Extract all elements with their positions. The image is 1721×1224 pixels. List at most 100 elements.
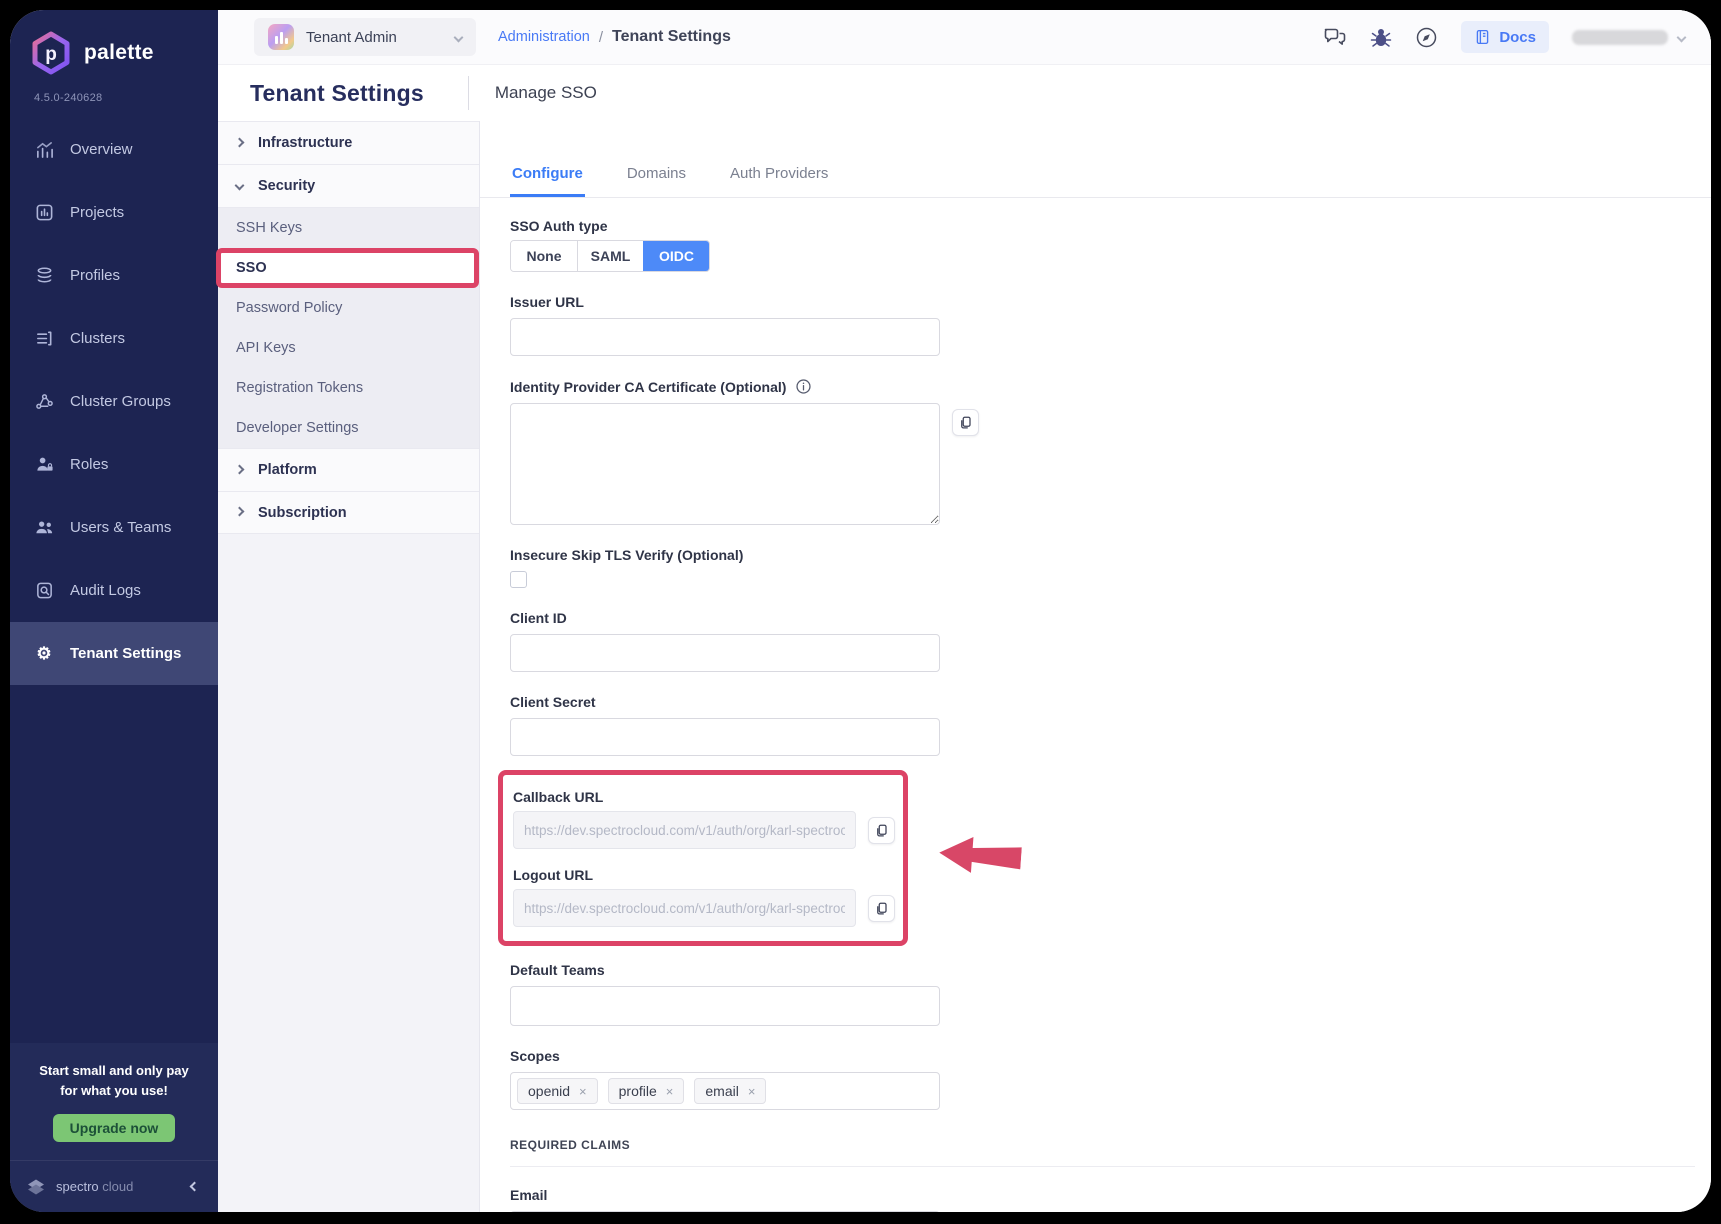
sidebar: p palette 4.5.0-240628 Overview Projects [10,10,218,1212]
chevron-right-icon [235,507,245,517]
nav-item-registration-tokens[interactable]: Registration Tokens [218,368,479,408]
remove-chip-icon[interactable]: × [748,1085,756,1098]
sidebar-item-overview[interactable]: Overview [10,118,218,181]
app-window: p palette 4.5.0-240628 Overview Projects [10,10,1711,1212]
client-id-input[interactable] [510,634,940,672]
collapse-sidebar-icon[interactable] [190,1182,200,1192]
logout-url-row [513,889,895,927]
sidebar-item-roles[interactable]: Roles [10,433,218,496]
callback-urls-annotation-box: Callback URL Logout URL [498,770,908,946]
page-header: Tenant Settings Manage SSO [218,65,1711,121]
sidebar-item-label: Roles [70,456,108,473]
client-secret-input[interactable] [510,718,940,756]
sso-auth-type-segmented-control: None SAML OIDC [510,240,710,272]
tenant-selector[interactable]: Tenant Admin [254,18,476,56]
page-subtitle: Manage SSO [495,83,597,103]
sidebar-item-profiles[interactable]: Profiles [10,244,218,307]
nav-item-developer-settings[interactable]: Developer Settings [218,408,479,448]
auth-type-saml-button[interactable]: SAML [577,241,643,271]
sidebar-nav: Overview Projects Profiles Clusters [10,118,218,685]
nav-item-api-keys[interactable]: API Keys [218,328,479,368]
sidebar-item-label: Clusters [70,330,125,347]
spectro-cloud-wordmark: spectro cloud [56,1179,133,1194]
sidebar-item-label: Profiles [70,267,120,284]
scope-chip: openid × [517,1078,598,1104]
compass-icon[interactable] [1415,26,1438,49]
remove-chip-icon[interactable]: × [666,1085,674,1098]
auth-type-none-button[interactable]: None [511,241,577,271]
default-teams-label: Default Teams [510,962,1695,978]
email-claim-input[interactable] [510,1211,940,1212]
logout-url-input[interactable] [513,889,856,927]
callback-url-label: Callback URL [513,789,895,805]
chevron-right-icon [235,137,245,147]
chevron-down-icon [1677,32,1687,42]
configure-form: SSO Auth type None SAML OIDC Issuer URL … [480,218,1711,1212]
ca-certificate-label: Identity Provider CA Certificate (Option… [510,378,1695,395]
sidebar-item-cluster-groups[interactable]: Cluster Groups [10,370,218,433]
sidebar-item-projects[interactable]: Projects [10,181,218,244]
section-security[interactable]: Security [218,164,479,207]
docs-button-label: Docs [1499,29,1536,46]
scope-chip: email × [694,1078,766,1104]
sidebar-item-clusters[interactable]: Clusters [10,307,218,370]
callback-url-input[interactable] [513,811,856,849]
cluster-groups-icon [34,392,54,411]
content-row: Infrastructure Security SSH Keys SSO Pas… [218,121,1711,1212]
client-secret-label: Client Secret [510,694,1695,710]
section-infrastructure[interactable]: Infrastructure [218,121,479,164]
profiles-icon [34,266,54,285]
copy-icon [874,823,889,838]
svg-text:p: p [45,44,57,65]
copy-ca-certificate-button[interactable] [952,409,979,436]
user-menu[interactable] [1572,30,1685,45]
breadcrumb-administration-link[interactable]: Administration [498,29,590,45]
tab-configure[interactable]: Configure [510,157,585,197]
skip-tls-label: Insecure Skip TLS Verify (Optional) [510,547,1695,563]
email-claim-label: Email [510,1187,1695,1203]
tab-auth-providers[interactable]: Auth Providers [728,157,830,197]
sidebar-spacer [10,685,218,1043]
remove-chip-icon[interactable]: × [579,1085,587,1098]
section-subscription[interactable]: Subscription [218,491,479,534]
sidebar-item-users-teams[interactable]: Users & Teams [10,496,218,559]
scopes-input[interactable]: openid × profile × email × [510,1072,940,1110]
bug-report-icon[interactable] [1370,26,1392,49]
default-teams-input[interactable] [510,986,940,1026]
topbar-actions: Docs [1323,21,1685,53]
sidebar-item-audit-logs[interactable]: Audit Logs [10,559,218,622]
sidebar-item-label: Overview [70,141,133,158]
section-platform[interactable]: Platform [218,448,479,491]
feedback-chat-icon[interactable] [1323,26,1347,48]
tenant-admin-icon [268,24,294,50]
roles-icon [34,455,54,474]
upgrade-now-button[interactable]: Upgrade now [53,1114,176,1142]
sidebar-item-tenant-settings[interactable]: ⚙ Tenant Settings [10,622,218,685]
ca-certificate-textarea[interactable] [510,403,940,525]
docs-button[interactable]: Docs [1461,21,1549,53]
chevron-down-icon [454,32,464,42]
user-name-redacted [1572,30,1668,45]
breadcrumb-separator: / [599,29,603,46]
nav-item-sso[interactable]: SSO [216,248,479,288]
nav-item-ssh-keys[interactable]: SSH Keys [218,208,479,248]
copy-logout-url-button[interactable] [868,895,895,922]
tab-domains[interactable]: Domains [625,157,688,197]
issuer-url-label: Issuer URL [510,294,1695,310]
gear-icon: ⚙ [34,644,54,664]
nav-item-password-policy[interactable]: Password Policy [218,288,479,328]
chevron-down-icon [235,180,245,190]
sidebar-item-label: Tenant Settings [70,645,181,662]
sso-form-area: Configure Domains Auth Providers SSO Aut… [480,121,1711,1212]
ca-certificate-row [510,403,1695,525]
client-id-label: Client ID [510,610,1695,626]
brand-name: palette [84,41,154,65]
auth-type-oidc-button[interactable]: OIDC [643,241,709,271]
clusters-icon [34,329,54,348]
info-icon[interactable] [795,378,812,395]
copy-callback-url-button[interactable] [868,817,895,844]
topbar: Tenant Admin Administration / Tenant Set… [218,10,1711,65]
security-subsections: SSH Keys SSO Password Policy API Keys Re… [218,207,479,448]
issuer-url-input[interactable] [510,318,940,356]
skip-tls-checkbox[interactable] [510,571,527,588]
